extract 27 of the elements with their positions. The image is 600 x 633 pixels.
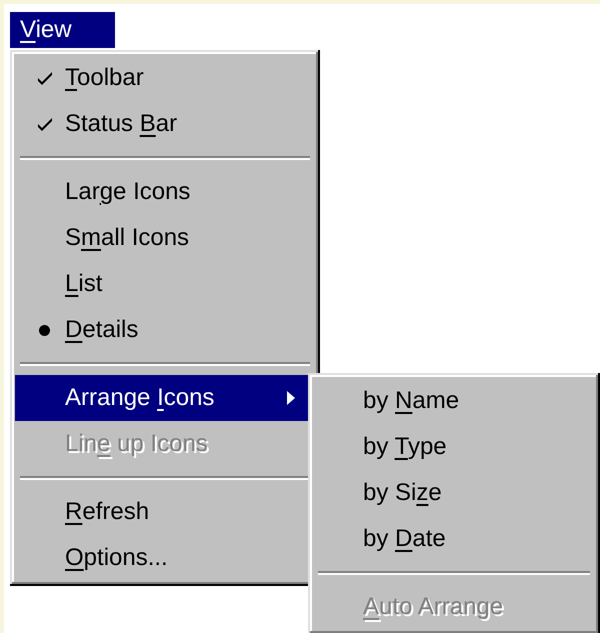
menu-item-label: Status Bar xyxy=(65,109,178,139)
menu-item-label: Details xyxy=(65,315,138,345)
menu-item-label: Refresh xyxy=(65,497,150,527)
menu-item-label: Arrange Icons xyxy=(65,383,214,413)
menu-item-label: Small Icons xyxy=(65,223,190,253)
menu-item-label: by Date xyxy=(363,524,446,554)
menu-item-label: by Name xyxy=(363,386,460,416)
menu-item-label: Toolbar xyxy=(65,63,144,93)
menu-item-label: Auto Arrange xyxy=(363,592,504,622)
menu-item[interactable]: by Type xyxy=(313,424,595,470)
menu-item-label: by Size xyxy=(363,478,442,508)
menu-item-label: Options... xyxy=(65,543,168,573)
view-menu-title[interactable]: View xyxy=(10,12,115,48)
submenu-arrow-icon xyxy=(287,391,295,405)
menu-item[interactable]: by Name xyxy=(313,378,595,424)
menu-item[interactable]: by Size xyxy=(313,470,595,516)
menu-item-label: Line up Icons xyxy=(65,429,208,459)
menu-item-label: by Type xyxy=(363,432,447,462)
menu-item-label: Large Icons xyxy=(65,177,190,207)
menu-item[interactable]: Small Icons xyxy=(15,215,315,261)
menu-item-label: List xyxy=(65,269,102,299)
menu-item[interactable]: Toolbar xyxy=(15,55,315,101)
menu-item[interactable]: Large Icons xyxy=(15,169,315,215)
menu-item[interactable]: List xyxy=(15,261,315,307)
menu-item[interactable]: Status Bar xyxy=(15,101,315,147)
menu-item[interactable]: Details xyxy=(15,307,315,353)
menu-item[interactable]: by Date xyxy=(313,516,595,562)
